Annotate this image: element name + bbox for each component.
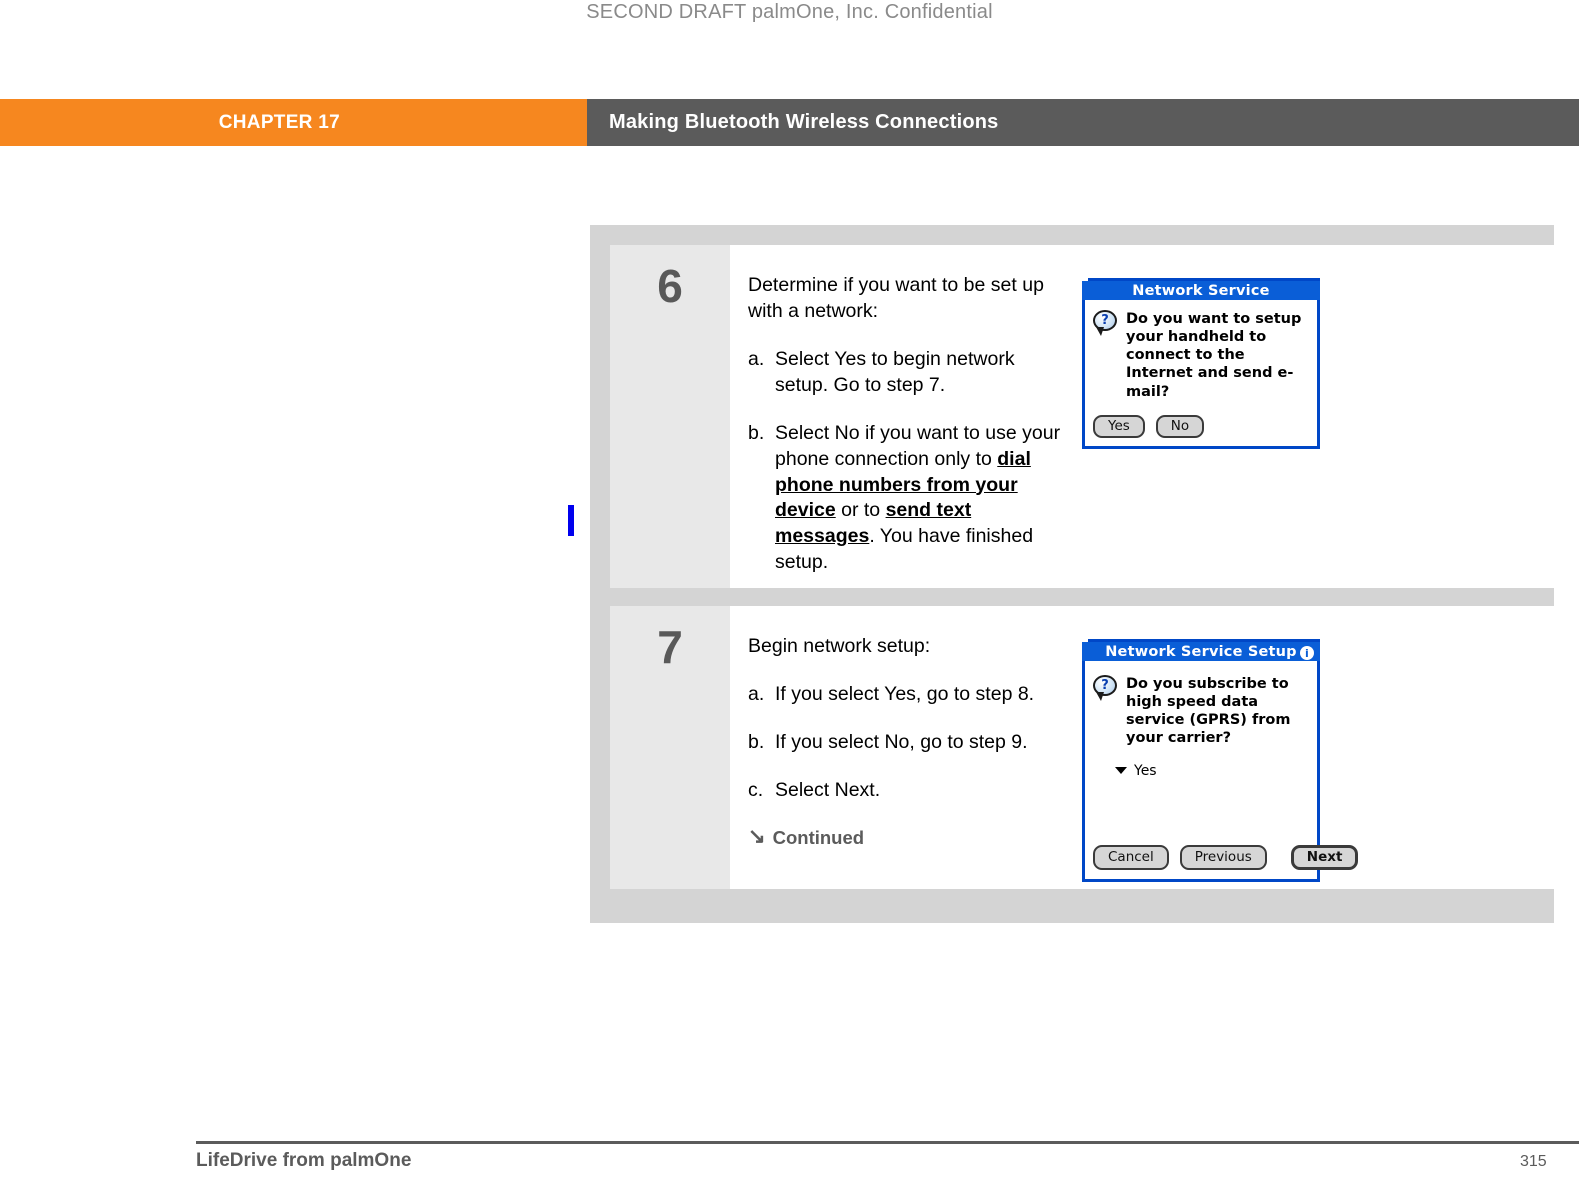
step-text: Determine if you want to be set up with …: [730, 273, 1070, 588]
titlebar-notch: [1082, 278, 1088, 281]
network-service-dialog: Network Service ? Do you want to setup y…: [1082, 278, 1320, 449]
continued-text: Continued: [772, 826, 865, 848]
sub-step-marker: c.: [748, 778, 764, 801]
titlebar-notch: [1082, 639, 1088, 642]
sub-step-a: a. If you select Yes, go to step 8.: [748, 682, 1070, 708]
sub-step-text: If you select Yes, go to step 8.: [775, 682, 1035, 705]
change-bar: [568, 505, 574, 536]
footer-product-name: LifeDrive from palmOne: [196, 1150, 412, 1171]
step-text: Begin network setup: a. If you select Ye…: [730, 634, 1070, 889]
footer-divider: [196, 1141, 1579, 1144]
info-icon[interactable]: i: [1300, 646, 1314, 660]
gprs-dropdown-value: Yes: [1134, 762, 1157, 779]
dialog-title: Network Service Setup: [1105, 643, 1297, 660]
cancel-button[interactable]: Cancel: [1093, 845, 1169, 870]
step-number: 6: [657, 260, 683, 312]
step-body: Determine if you want to be set up with …: [730, 245, 1554, 588]
yes-button[interactable]: Yes: [1093, 414, 1145, 438]
dialog-title: Network Service: [1132, 282, 1270, 299]
step-body: Begin network setup: a. If you select Ye…: [730, 606, 1554, 889]
gprs-dropdown[interactable]: Yes: [1115, 763, 1317, 779]
step-lead-text: Begin network setup:: [748, 635, 931, 657]
question-icon-tail: [1096, 692, 1104, 701]
dialog-question-text: Do you want to setup your handheld to co…: [1126, 311, 1302, 400]
dialog-titlebar: Network Service Setup i: [1082, 639, 1320, 661]
step-row: 7 Begin network setup: a. If you select …: [610, 606, 1554, 889]
question-icon: ?: [1093, 310, 1119, 336]
previous-button[interactable]: Previous: [1179, 845, 1267, 870]
dialog-body: ? Do you want to setup your handheld to …: [1085, 300, 1317, 401]
step-lead-text: Determine if you want to be set up with …: [748, 274, 1044, 322]
dialog-body: ? Do you subscribe to high speed data se…: [1085, 661, 1317, 748]
page: SECOND DRAFT palmOne, Inc. Confidential …: [0, 0, 1579, 1178]
dialog-buttons: Cancel Previous Next: [1085, 845, 1377, 879]
sub-step-marker: b.: [748, 730, 765, 753]
draft-notice: SECOND DRAFT palmOne, Inc. Confidential: [586, 1, 993, 23]
sub-step-a: a. Select Yes to begin network setup. Go…: [748, 347, 1070, 399]
device-screenshot-column: Network Service Setup i ? Do you subscri…: [1070, 634, 1554, 889]
step-row: 6 Determine if you want to be set up wit…: [610, 245, 1554, 588]
question-icon: ?: [1093, 675, 1119, 701]
continued-arrow-icon: ↘: [748, 824, 766, 848]
sub-step-b: b. If you select No, go to step 9.: [748, 730, 1070, 756]
step-row-separator: [610, 588, 1554, 606]
sub-step-text-pre: Select Yes to begin network setup. Go to…: [775, 347, 1015, 396]
page-number: 315: [1520, 1153, 1547, 1170]
chapter-label: CHAPTER 17: [0, 99, 587, 146]
steps-panel: 6 Determine if you want to be set up wit…: [590, 225, 1554, 923]
next-button[interactable]: Next: [1290, 845, 1359, 870]
dialog-buttons: Yes No: [1085, 401, 1317, 446]
sub-step-c: c. Select Next.: [748, 778, 1070, 804]
sub-step-marker: b.: [748, 421, 765, 444]
sub-step-text: Select Yes to begin network setup. Go to…: [775, 347, 1070, 399]
sub-step-text: If you select No, go to step 9.: [775, 730, 1028, 753]
sub-step-b: b. Select No if you want to use your pho…: [748, 421, 1070, 577]
sub-step-text: Select Next.: [775, 778, 881, 801]
network-service-setup-dialog: Network Service Setup i ? Do you subscri…: [1082, 639, 1359, 882]
sub-step-marker: a.: [748, 347, 765, 370]
device-screenshot-column: Network Service ? Do you want to setup y…: [1070, 273, 1554, 588]
question-icon-tail: [1096, 327, 1104, 336]
chapter-header-bar: CHAPTER 17 Making Bluetooth Wireless Con…: [0, 99, 1579, 146]
dialog-titlebar: Network Service: [1082, 278, 1320, 300]
sub-step-text: Select No if you want to use your phone …: [775, 421, 1070, 577]
dialog-question-text: Do you subscribe to high speed data serv…: [1126, 676, 1291, 747]
step-number-column: 7: [610, 606, 730, 889]
step-number-column: 6: [610, 245, 730, 588]
step-number: 7: [657, 621, 683, 673]
continued-label: ↘ Continued: [748, 826, 1070, 851]
chapter-title: Making Bluetooth Wireless Connections: [587, 99, 1579, 146]
sub-step-marker: a.: [748, 682, 765, 705]
no-button[interactable]: No: [1155, 414, 1205, 438]
chevron-down-icon: [1115, 767, 1127, 774]
sub-step-text-mid: or to: [835, 499, 886, 522]
